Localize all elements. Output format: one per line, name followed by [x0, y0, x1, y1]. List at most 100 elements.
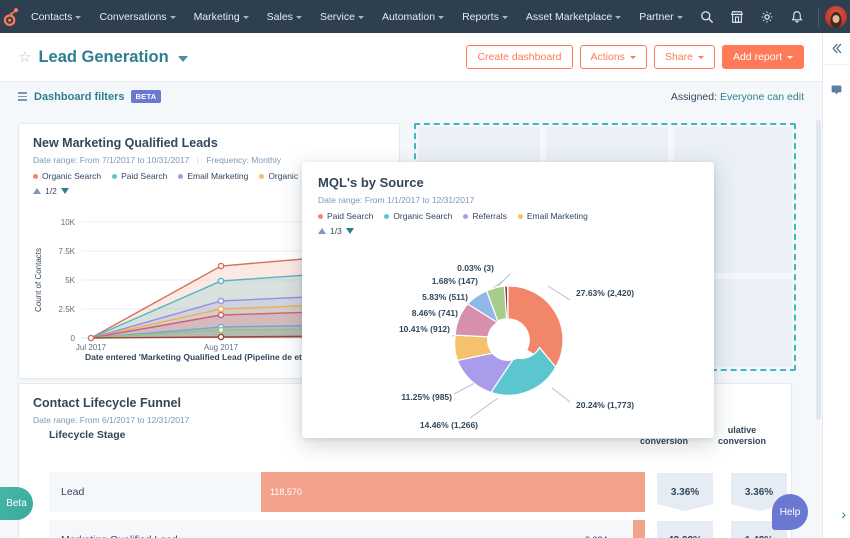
legend-label: Organic Search [393, 211, 452, 221]
nav-item-reports[interactable]: Reports [453, 0, 517, 33]
chevron-down-icon [243, 16, 249, 19]
vertical-scrollbar[interactable] [816, 120, 821, 420]
chevron-down-icon [358, 16, 364, 19]
right-rail [822, 33, 850, 538]
settings-gear-icon[interactable] [752, 0, 782, 33]
hubspot-sprocket-logo[interactable] [0, 6, 22, 28]
legend-item[interactable]: Paid Search [318, 211, 373, 221]
legend-item[interactable]: Organic Search [384, 211, 452, 221]
funnel-bar [633, 520, 645, 538]
funnel-bar-value: 118,570 [270, 487, 302, 497]
filter-list-icon [18, 92, 27, 101]
assigned-info: Assigned: Everyone can edit [671, 91, 804, 103]
account-chevron-down-icon[interactable] [847, 0, 850, 33]
nav-utility-icons [692, 0, 850, 33]
avatar[interactable] [825, 6, 847, 28]
legend-item[interactable]: Referrals [463, 211, 506, 221]
svg-text:5K: 5K [65, 276, 75, 285]
legend-item[interactable]: Paid Search [112, 171, 167, 181]
dashboard-filters-group[interactable]: Dashboard filters BETA [18, 90, 161, 103]
card-title: New Marketing Qualified Leads [33, 136, 385, 150]
nav-menu: Contacts Conversations Marketing Sales S… [22, 0, 692, 33]
column-header-cumulative-conversion: ulative conversion [705, 425, 779, 447]
chat-panel-button[interactable] [823, 73, 850, 105]
pager-up-icon[interactable] [33, 188, 41, 194]
legend-color-swatch [384, 214, 389, 219]
nav-item-automation[interactable]: Automation [373, 0, 453, 33]
legend-item[interactable]: Organic Search [33, 171, 101, 181]
nav-item-label: Contacts [31, 11, 72, 23]
collapse-panel-button[interactable] [823, 33, 850, 65]
legend-color-swatch [112, 174, 117, 179]
funnel-stage-label: Marketing Qualified Lead [61, 534, 178, 538]
donut-label: 11.25% (985) [401, 392, 452, 402]
chevron-down-icon [787, 56, 793, 59]
pager-down-icon[interactable] [346, 228, 354, 234]
chart-legend: Paid Search Organic Search Referrals Ema… [318, 211, 698, 221]
legend-item[interactable]: Email Marketing [178, 171, 248, 181]
legend-label: Email Marketing [527, 211, 588, 221]
donut-label: 27.63% (2,420) [576, 288, 634, 298]
nav-item-conversations[interactable]: Conversations [90, 0, 184, 33]
chevron-right-icon[interactable]: › [841, 506, 846, 522]
chevron-down-icon [296, 16, 302, 19]
pager-count: 1/2 [45, 186, 57, 196]
nav-item-label: Automation [382, 11, 435, 23]
nav-item-sales[interactable]: Sales [258, 0, 311, 33]
notifications-bell-icon[interactable] [782, 0, 812, 33]
legend-item[interactable]: Organic [259, 171, 298, 181]
share-button[interactable]: Share [654, 45, 715, 69]
chevron-down-icon [615, 16, 621, 19]
donut-label: 10.41% (912) [399, 324, 450, 334]
legend-color-swatch [463, 214, 468, 219]
dashboard-filters-label[interactable]: Dashboard filters [34, 91, 124, 103]
add-report-button[interactable]: Add report [722, 45, 804, 69]
legend-color-swatch [33, 174, 38, 179]
chevron-down-icon [170, 16, 176, 19]
star-outline-icon[interactable]: ☆ [18, 50, 31, 65]
pager-count: 1/3 [330, 226, 342, 236]
donut-slices [455, 286, 563, 395]
assigned-label: Assigned: [671, 91, 717, 103]
create-dashboard-button[interactable]: Create dashboard [466, 45, 572, 69]
actions-button[interactable]: Actions [580, 45, 647, 69]
chevron-down-icon [698, 56, 704, 59]
help-button[interactable]: Help [772, 494, 808, 530]
nav-item-contacts[interactable]: Contacts [22, 0, 90, 33]
nav-item-label: Partner [639, 11, 673, 23]
legend-item[interactable]: Email Marketing [518, 211, 588, 221]
nav-item-asset-marketplace[interactable]: Asset Marketplace [517, 0, 630, 33]
funnel-stage-label: Lead [61, 486, 84, 498]
page-title[interactable]: Lead Generation [38, 48, 168, 67]
report-popup-mqls-by-source[interactable]: MQL's by Source Date range: From 1/1/201… [302, 162, 714, 438]
svg-text:2.5K: 2.5K [59, 305, 76, 314]
pager-down-icon[interactable] [61, 188, 69, 194]
search-icon[interactable] [692, 0, 722, 33]
svg-text:7.5K: 7.5K [59, 247, 76, 256]
svg-text:0: 0 [71, 334, 76, 343]
nav-item-service[interactable]: Service [311, 0, 373, 33]
donut-label: 5.83% (511) [422, 292, 468, 302]
top-navigation-bar: Contacts Conversations Marketing Sales S… [0, 0, 850, 33]
popup-title: MQL's by Source [318, 175, 698, 190]
nav-item-label: Service [320, 11, 355, 23]
pager-up-icon[interactable] [318, 228, 326, 234]
legend-label: Organic Search [42, 171, 101, 181]
legend-label: Organic [268, 171, 298, 181]
conversion-value: 3.36% [657, 473, 713, 511]
divider: | [197, 155, 199, 165]
app-root: Contacts Conversations Marketing Sales S… [0, 0, 850, 538]
assigned-value[interactable]: Everyone can edit [720, 91, 804, 103]
svg-text:Aug 2017: Aug 2017 [204, 343, 239, 352]
funnel-axis-label: Lifecycle Stage [49, 429, 125, 441]
marketplace-icon[interactable] [722, 0, 752, 33]
table-row[interactable]: Marketing Qualified Lead 3,984 42.22% 1.… [49, 518, 765, 538]
nav-item-marketing[interactable]: Marketing [185, 0, 258, 33]
beta-tab-button[interactable]: Beta [0, 487, 33, 520]
table-row[interactable]: Lead 118,570 3.36% 3.36% [49, 470, 765, 514]
nav-item-label: Reports [462, 11, 499, 23]
nav-item-partner[interactable]: Partner [630, 0, 691, 33]
chevron-down-icon[interactable] [178, 56, 188, 62]
svg-text:Count of Contacts: Count of Contacts [34, 248, 43, 312]
conversion-value: 42.22% [657, 521, 713, 538]
